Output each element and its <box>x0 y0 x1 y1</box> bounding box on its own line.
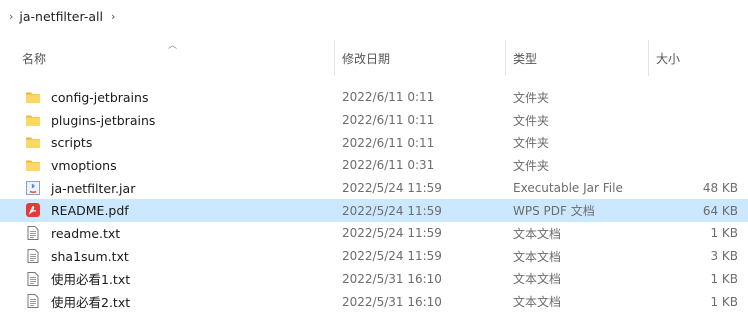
file-name: 使用必看2.txt <box>51 295 131 311</box>
column-header-size-label: 大小 <box>656 51 681 66</box>
text-file-icon <box>25 225 41 241</box>
breadcrumb-folder[interactable]: ja-netfilter-all <box>19 9 103 24</box>
file-type: 文件夹 <box>513 136 550 151</box>
file-name: plugins-jetbrains <box>51 112 156 128</box>
file-row[interactable]: ja-netfilter.jar 2022/5/24 11:59 Executabl… <box>0 177 748 200</box>
file-name: ja-netfilter.jar <box>51 180 136 196</box>
file-name: README.pdf <box>51 203 129 219</box>
file-date-modified: 2022/6/11 0:11 <box>342 113 435 128</box>
file-name: readme.txt <box>51 225 121 241</box>
file-type: 文本文档 <box>513 272 562 287</box>
file-date-modified: 2022/5/31 16:10 <box>342 294 442 309</box>
file-type: Executable Jar File <box>513 181 623 196</box>
text-file-icon <box>25 248 41 264</box>
file-row[interactable]: readme.txt 2022/5/24 11:59 文本文档 1 KB <box>0 222 748 245</box>
file-row[interactable]: README.pdf 2022/5/24 11:59 WPS PDF 文档 64 KB <box>0 199 748 223</box>
file-date-modified: 2022/5/24 11:59 <box>342 249 442 264</box>
breadcrumb: › ja-netfilter-all › <box>0 0 748 32</box>
column-header-name-label: 名称 <box>22 51 47 66</box>
file-row[interactable]: sha1sum.txt 2022/5/24 11:59 文本文档 3 KB <box>0 245 748 268</box>
text-file-icon <box>25 271 41 287</box>
column-header-type-label: 类型 <box>513 51 538 66</box>
column-header-date-label: 修改日期 <box>342 51 391 66</box>
column-header-row: 名称 ︿ 修改日期 类型 大小 <box>0 36 748 80</box>
file-date-modified: 2022/6/11 0:11 <box>342 90 435 105</box>
sort-ascending-icon: ︿ <box>168 41 178 51</box>
file-name: scripts <box>51 135 93 151</box>
file-type: 文本文档 <box>513 226 562 241</box>
file-date-modified: 2022/5/24 11:59 <box>342 181 442 196</box>
file-type: 文件夹 <box>513 113 550 128</box>
folder-icon <box>25 112 41 128</box>
file-name: 使用必看1.txt <box>51 272 131 288</box>
file-type: 文本文档 <box>513 249 562 264</box>
file-size: 3 KB <box>710 249 738 264</box>
file-row[interactable]: plugins-jetbrains 2022/6/11 0:11 文件夹 <box>0 109 748 132</box>
file-size: 1 KB <box>710 294 738 309</box>
file-row[interactable]: config-jetbrains 2022/6/11 0:11 文件夹 <box>0 86 748 109</box>
file-size: 1 KB <box>710 226 738 241</box>
file-size: 48 KB <box>702 181 738 196</box>
file-row[interactable]: 使用必看2.txt 2022/5/31 16:10 文本文档 1 KB <box>0 290 748 313</box>
column-divider[interactable] <box>648 40 649 76</box>
file-type: 文本文档 <box>513 295 562 310</box>
folder-icon <box>25 134 41 150</box>
chevron-right-icon[interactable]: › <box>9 10 13 23</box>
pdf-file-icon <box>25 202 41 218</box>
column-header-date[interactable]: 修改日期 <box>342 36 502 80</box>
file-type: WPS PDF 文档 <box>513 204 595 219</box>
column-divider[interactable] <box>505 40 506 76</box>
file-row[interactable]: scripts 2022/6/11 0:11 文件夹 <box>0 131 748 154</box>
column-header-size[interactable]: 大小 <box>656 36 736 80</box>
file-size: 1 KB <box>710 271 738 286</box>
file-date-modified: 2022/6/11 0:31 <box>342 158 435 173</box>
file-date-modified: 2022/5/24 11:59 <box>342 226 442 241</box>
file-date-modified: 2022/5/31 16:10 <box>342 271 442 286</box>
folder-icon <box>25 157 41 173</box>
column-header-type[interactable]: 类型 <box>513 36 643 80</box>
jar-file-icon <box>25 180 41 196</box>
column-divider[interactable] <box>334 40 335 76</box>
file-date-modified: 2022/6/11 0:11 <box>342 135 435 150</box>
file-list: config-jetbrains 2022/6/11 0:11 文件夹 plugins… <box>0 86 748 313</box>
file-row[interactable]: vmoptions 2022/6/11 0:31 文件夹 <box>0 154 748 177</box>
file-name: sha1sum.txt <box>51 248 129 264</box>
file-size: 64 KB <box>702 203 738 218</box>
file-type: 文件夹 <box>513 90 550 105</box>
file-row[interactable]: 使用必看1.txt 2022/5/31 16:10 文本文档 1 KB <box>0 268 748 291</box>
file-date-modified: 2022/5/24 11:59 <box>342 203 442 218</box>
file-name: config-jetbrains <box>51 89 149 105</box>
file-name: vmoptions <box>51 157 117 173</box>
folder-icon <box>25 89 41 105</box>
text-file-icon <box>25 293 41 309</box>
file-type: 文件夹 <box>513 158 550 173</box>
chevron-right-icon[interactable]: › <box>111 10 115 23</box>
